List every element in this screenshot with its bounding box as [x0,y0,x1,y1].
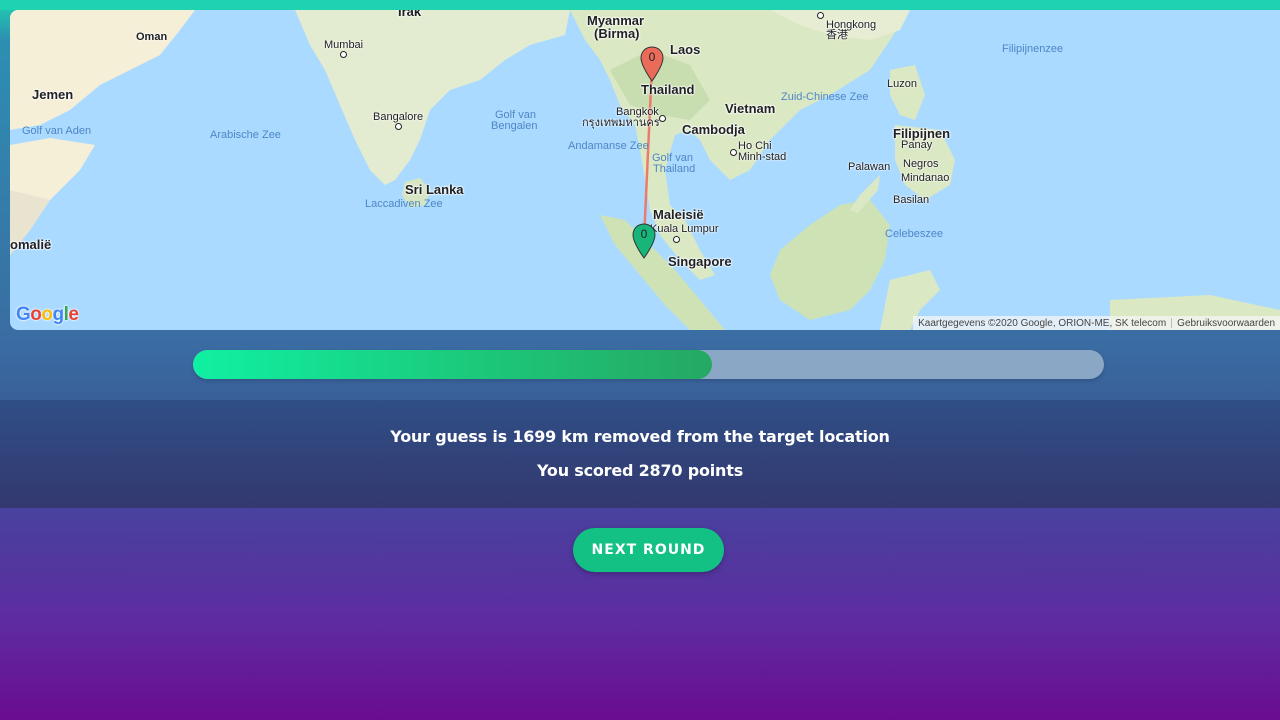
map-label-bangkok-thai: กรุงเทพมหานคร [582,117,660,129]
map-label-mumbai: Mumbai [324,39,364,51]
map-label-somalie: omalië [10,237,52,252]
guess-marker[interactable]: 0 [640,46,664,82]
map-dot-ho-chi-minh [730,149,737,156]
svg-text:0: 0 [641,227,648,241]
map-label-bangalore: Bangalore [373,111,424,123]
map-label-oman: Oman [136,31,168,43]
map-label-arabische-zee: Arabische Zee [210,129,281,141]
map-label-laccadiven-zee: Laccadiven Zee [365,198,443,210]
map-label-golf-van-aden: Golf van Aden [22,125,92,137]
map-label-hongkong-cn: 香港 [826,29,848,41]
map-label-negros: Negros [903,158,939,170]
map-label-luzon: Luzon [887,78,917,90]
map-label-sri-lanka: Sri Lanka [405,182,464,197]
target-marker[interactable]: 0 [632,223,656,259]
map-label-basilan: Basilan [893,194,930,206]
score-text: You scored 2870 points [536,461,744,480]
map-label-jemen: Jemen [32,87,74,102]
result-map[interactable]: Irak Oman Jemen Golf van Aden omalië Ara… [10,10,1280,330]
map-label-celebeszee: Celebeszee [885,228,944,240]
google-logo: Google [16,304,79,325]
map-label-andamanse-zee: Andamanse Zee [568,140,649,152]
map-label-laos: Laos [670,42,701,57]
map-label-ho-chi-minh-2: Minh-stad [738,151,787,163]
map-label-panay: Panay [901,139,933,151]
map-label-palawan: Palawan [848,161,891,173]
map-label-filipijnenzee: Filipijnenzee [1002,43,1064,55]
map-label-golf-van-thailand-2: Thailand [653,163,696,175]
score-progress-bar [193,350,1104,379]
map-data-attribution: Kaartgegevens ©2020 Google, ORION-ME, SK… [918,317,1167,329]
terms-link[interactable]: Gebruiksvoorwaarden [1172,318,1280,329]
score-progress-fill [193,350,713,379]
map-label-irak: Irak [398,10,422,19]
map-dot-kuala-lumpur [673,236,680,243]
map-label-golf-van-bengalen-2: Bengalen [491,120,538,132]
map-label-zuid-chinese-zee: Zuid-Chinese Zee [781,91,869,103]
top-accent-strip [0,0,1280,10]
map-dot-bangkok [659,115,666,122]
map-label-maleisie: Maleisië [653,207,704,222]
map-dot-bangalore [395,123,402,130]
map-label-kuala-lumpur: Kuala Lumpur [650,223,719,235]
map-label-vietnam: Vietnam [725,101,776,116]
next-round-button[interactable]: NEXT ROUND [573,528,724,572]
map-dot-hongkong [817,12,824,19]
map-label-thailand: Thailand [641,82,695,97]
result-panel: Your guess is 1699 km removed from the t… [0,400,1280,508]
svg-text:0: 0 [649,50,656,64]
map-attribution: Kaartgegevens ©2020 Google, ORION-ME, SK… [913,316,1280,330]
map-label-birma: (Birma) [594,26,640,41]
map-label-singapore: Singapore [668,254,732,269]
map-dot-mumbai [340,51,347,58]
map-label-mindanao: Mindanao [901,172,950,184]
map-label-cambodja: Cambodja [682,122,745,137]
distance-text: Your guess is 1699 km removed from the t… [390,427,890,446]
